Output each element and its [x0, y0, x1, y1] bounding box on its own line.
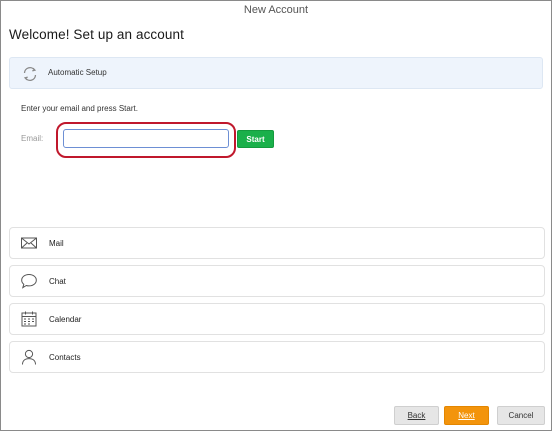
next-button[interactable]: Next: [444, 406, 489, 425]
service-label: Mail: [49, 239, 64, 248]
service-contacts[interactable]: Contacts: [9, 341, 545, 373]
cancel-button[interactable]: Cancel: [497, 406, 545, 425]
new-account-window: New Account Welcome! Set up an account A…: [0, 0, 552, 431]
automatic-setup-label: Automatic Setup: [48, 68, 107, 77]
email-input[interactable]: [63, 129, 229, 148]
back-button-label: Back: [407, 411, 426, 420]
person-icon: [22, 349, 36, 365]
next-button-label: Next: [458, 411, 475, 420]
start-button[interactable]: Start: [237, 130, 274, 148]
email-hint: Enter your email and press Start.: [21, 104, 138, 113]
calendar-icon: [21, 311, 37, 327]
service-chat[interactable]: Chat: [9, 265, 545, 297]
sync-icon: [23, 67, 37, 81]
service-label: Chat: [49, 277, 66, 286]
window-title: New Account: [243, 4, 309, 16]
envelope-icon: [21, 237, 37, 249]
automatic-setup-panel[interactable]: Automatic Setup: [9, 57, 543, 89]
email-label: Email:: [21, 134, 44, 143]
back-button[interactable]: Back: [394, 406, 439, 425]
service-label: Calendar: [49, 315, 82, 324]
service-mail[interactable]: Mail: [9, 227, 545, 259]
service-calendar[interactable]: Calendar: [9, 303, 545, 335]
speech-bubble-icon: [21, 273, 37, 289]
service-label: Contacts: [49, 353, 81, 362]
page-heading: Welcome! Set up an account: [9, 27, 184, 42]
